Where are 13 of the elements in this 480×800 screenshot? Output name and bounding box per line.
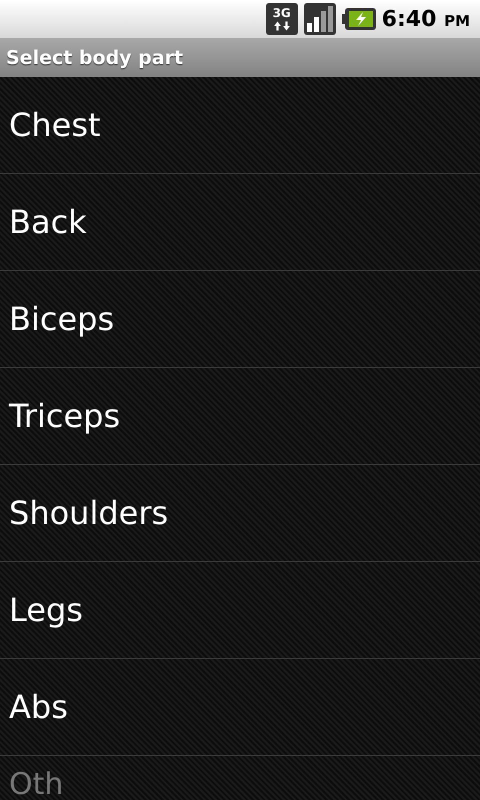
list-item[interactable]: Abs <box>9 687 68 727</box>
signal-icon <box>304 3 336 35</box>
list-item[interactable]: Biceps <box>9 299 114 339</box>
battery-charging-icon <box>342 8 376 30</box>
list-item[interactable]: Oth <box>9 770 64 800</box>
list-item[interactable]: Back <box>9 202 87 242</box>
list-item[interactable]: Chest <box>9 105 101 145</box>
list-item[interactable]: Triceps <box>9 396 120 436</box>
list-item[interactable]: Shoulders <box>9 493 168 533</box>
clock: 6:40 PM <box>382 6 470 32</box>
list-item[interactable]: Legs <box>9 590 83 630</box>
screen-title: Select body part <box>6 46 184 68</box>
network-type-icon: 3G <box>266 3 298 35</box>
